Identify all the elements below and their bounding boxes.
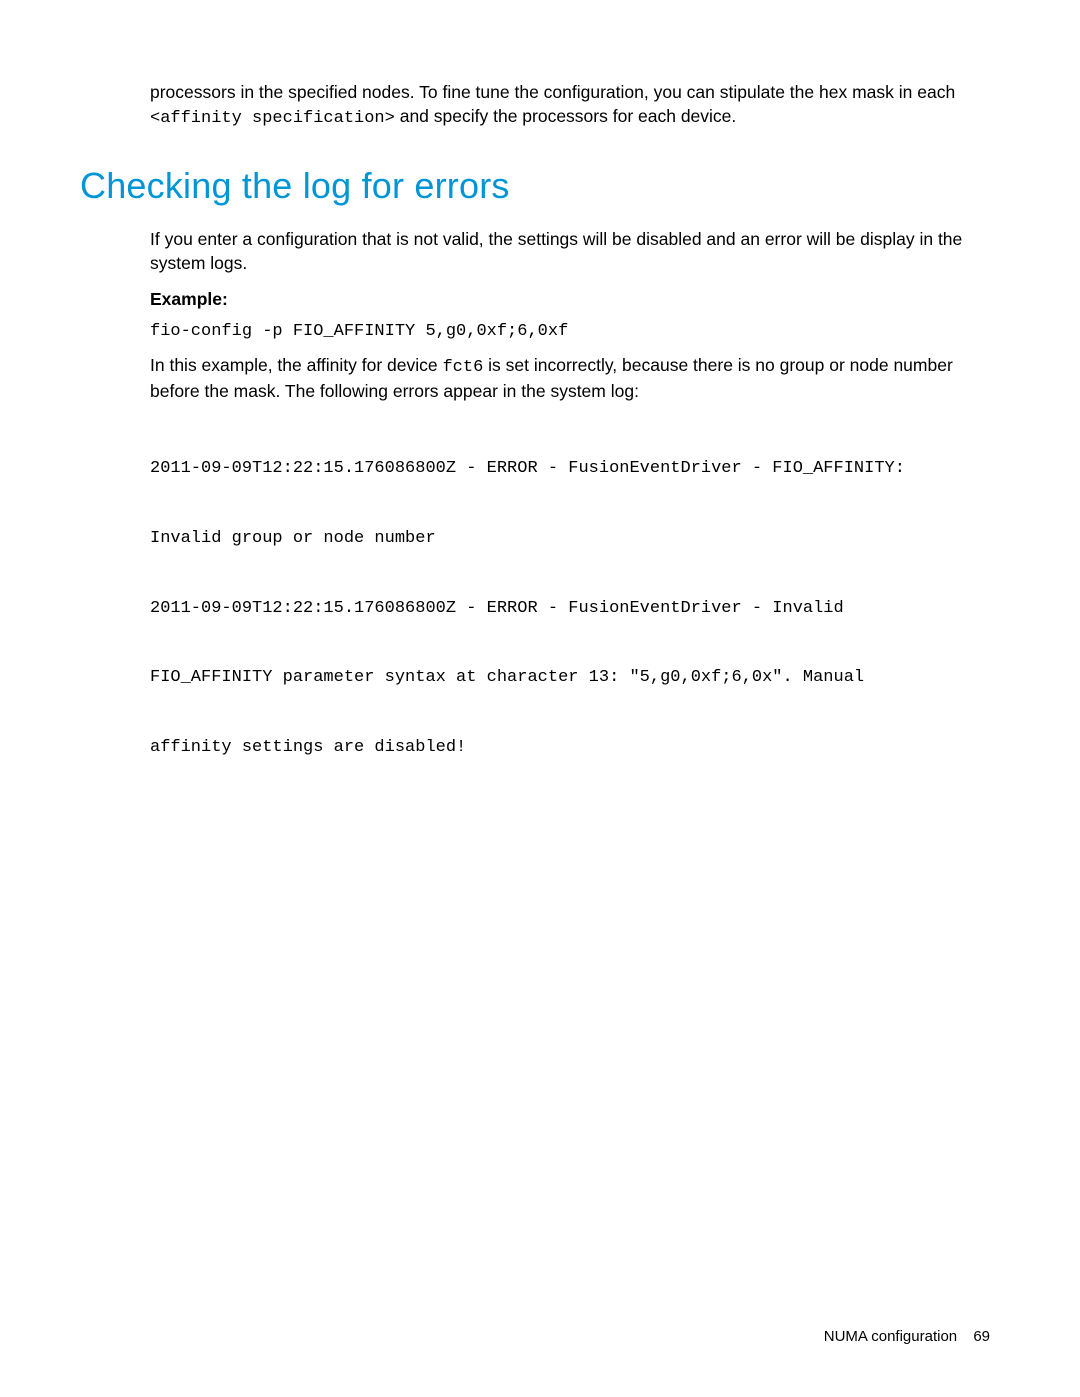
intro-text-before: processors in the specified nodes. To fi… <box>150 82 955 102</box>
log-line: 2011-09-09T12:22:15.176086800Z - ERROR -… <box>150 452 990 487</box>
footer-section: NUMA configuration <box>824 1328 957 1345</box>
para-validity: If you enter a configuration that is not… <box>150 227 990 275</box>
intro-paragraph: processors in the specified nodes. To fi… <box>150 80 990 131</box>
page-content: processors in the specified nodes. To fi… <box>0 0 1080 801</box>
intro-text-after: and specify the processors for each devi… <box>395 106 736 126</box>
log-output: 2011-09-09T12:22:15.176086800Z - ERROR -… <box>150 417 990 800</box>
log-line: affinity settings are disabled! <box>150 731 990 766</box>
command-line: fio-config -p FIO_AFFINITY 5,g0,0xf;6,0x… <box>150 322 990 341</box>
log-line: FIO_AFFINITY parameter syntax at charact… <box>150 661 990 696</box>
example-label: Example: <box>150 289 990 310</box>
log-line: 2011-09-09T12:22:15.176086800Z - ERROR -… <box>150 592 990 627</box>
log-line: Invalid group or node number <box>150 522 990 557</box>
footer-page-number: 69 <box>973 1328 990 1345</box>
section-heading: Checking the log for errors <box>80 165 990 207</box>
intro-code: <affinity specification> <box>150 109 395 128</box>
page-footer: NUMA configuration 69 <box>824 1328 990 1345</box>
para2-before: In this example, the affinity for device <box>150 355 442 375</box>
para2-code: fct6 <box>442 358 483 377</box>
para-example-desc: In this example, the affinity for device… <box>150 353 990 404</box>
